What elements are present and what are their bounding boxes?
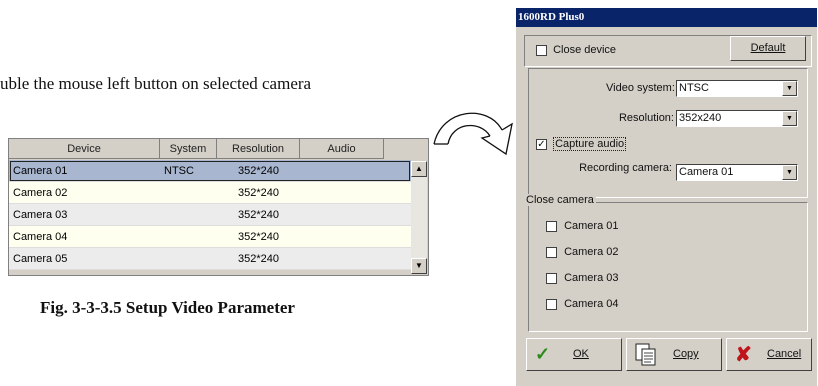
dialog-title: 1600RD Plus0 [516,8,817,27]
checkbox-icon[interactable] [536,44,547,56]
column-header-system[interactable]: System [160,139,217,159]
table-row[interactable]: Camera 03 352*240 [9,204,411,226]
resolution-value: 352x240 [679,112,722,124]
video-system-select[interactable]: NTSC ▼ [676,80,798,97]
capture-audio-label: Capture audio [553,137,627,152]
cell-device: Camera 04 [13,231,68,243]
scroll-down-icon[interactable]: ▼ [411,258,427,274]
close-camera-group-label: Close camera [526,194,596,206]
cell-resolution: 352*240 [238,187,279,199]
resolution-select[interactable]: 352x240 ▼ [676,110,798,127]
instruction-text: uble the mouse left button on selected c… [0,74,312,93]
recording-camera-label: Recording camera: [579,162,672,174]
checkmark-icon[interactable]: ✓ [536,138,547,150]
cell-resolution: 352*240 [238,231,279,243]
ok-button-label: OK [573,348,589,360]
figure-caption: Fig. 3-3-3.5 Setup Video Parameter [40,298,295,317]
checkbox-icon[interactable] [546,246,557,258]
camera-03-checkbox[interactable]: Camera 03 [546,272,618,284]
cell-device: Camera 03 [13,209,68,221]
column-header-audio[interactable]: Audio [300,139,384,159]
copy-icon [635,343,656,366]
resolution-label: Resolution: [618,112,674,124]
cell-device: Camera 05 [13,253,68,265]
cancel-button-label: Cancel [767,348,802,360]
camera-04-checkbox[interactable]: Camera 04 [546,298,618,310]
cell-system [160,226,217,247]
table-row[interactable]: Camera 04 352*240 [9,226,411,248]
cell-device: Camera 02 [13,187,68,199]
recording-camera-value: Camera 01 [679,166,734,178]
recording-camera-select[interactable]: Camera 01 ▼ [676,164,798,181]
curved-arrow-icon [433,112,513,156]
default-button[interactable]: Default [730,36,806,61]
cancel-x-icon: ✘ [735,344,752,366]
video-system-label: Video system: [606,82,675,94]
ok-button[interactable]: ✓ OK [526,338,622,371]
checkmark-icon: ✓ [535,344,551,364]
camera-settings-dialog: 1600RD Plus0 Close device Default Video … [515,8,817,386]
cell-system: NTSC [164,165,194,177]
chevron-down-icon[interactable]: ▼ [782,111,797,126]
scroll-up-icon[interactable]: ▲ [411,161,427,177]
cell-resolution: 352*240 [238,253,279,265]
camera-04-label: Camera 04 [564,298,619,311]
table-row[interactable]: Camera 02 352*240 [9,182,411,204]
cell-resolution: 352*240 [238,209,279,221]
device-table[interactable]: Device System Resolution Audio Camera 01… [8,138,429,276]
cell-resolution: 352*240 [238,165,279,177]
column-header-device[interactable]: Device [9,139,160,159]
capture-audio-checkbox[interactable]: ✓ Capture audio [536,137,627,152]
table-scrollbar[interactable]: ▲ ▼ [411,161,427,274]
chevron-down-icon[interactable]: ▼ [782,165,797,180]
cell-system [160,248,217,269]
checkbox-icon[interactable] [546,298,557,310]
column-header-resolution[interactable]: Resolution [217,139,300,159]
video-system-value: NTSC [679,82,709,94]
cancel-button[interactable]: ✘ Cancel [726,338,812,371]
camera-03-label: Camera 03 [564,272,619,285]
checkbox-icon[interactable] [546,220,557,232]
checkbox-icon[interactable] [546,272,557,284]
close-device-label: Close device [553,44,617,57]
copy-button-label: Copy [673,348,699,360]
camera-01-label: Camera 01 [564,220,619,233]
cell-system [160,204,217,225]
camera-01-checkbox[interactable]: Camera 01 [546,220,618,232]
copy-button[interactable]: Copy [626,338,722,371]
close-device-checkbox[interactable]: Close device [536,44,616,56]
chevron-down-icon[interactable]: ▼ [782,81,797,96]
table-row[interactable]: Camera 01 NTSC 352*240 [9,160,411,182]
table-header: Device System Resolution Audio [9,139,384,160]
camera-02-checkbox[interactable]: Camera 02 [546,246,618,258]
cell-device: Camera 01 [13,165,68,177]
table-row[interactable]: Camera 05 352*240 [9,248,411,270]
table-body: Camera 01 NTSC 352*240 Camera 02 352*240… [9,160,411,270]
default-button-label: Default [750,42,786,54]
cell-system [160,182,217,203]
camera-02-label: Camera 02 [564,246,619,259]
